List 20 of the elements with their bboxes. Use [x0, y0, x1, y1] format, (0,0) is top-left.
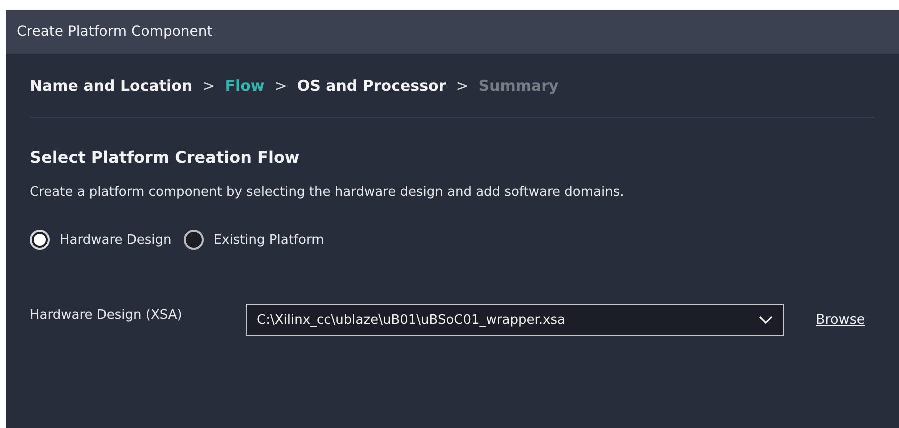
- breadcrumb-step[interactable]: OS and Processor: [297, 76, 446, 94]
- browse-link[interactable]: Browse: [816, 312, 866, 328]
- section-description: Create a platform component by selecting the hardware design and add software domains.: [30, 185, 626, 200]
- breadcrumb-step[interactable]: Name and Location: [30, 76, 193, 94]
- field-label: Hardware Design (XSA): [30, 307, 184, 323]
- radio-button[interactable]: [184, 230, 204, 250]
- xsa-dropdown[interactable]: C:\Xilinx_cc\ublaze\uB01\uBSoC01_wrapper.xsa: [246, 304, 784, 336]
- radio-button[interactable]: [30, 230, 50, 250]
- radio-label: Existing Platform: [214, 232, 324, 248]
- section-heading: Select Platform Creation Flow: [30, 148, 301, 167]
- chevron-separator: >: [202, 76, 216, 94]
- breadcrumb-step[interactable]: Flow: [225, 76, 265, 94]
- chevron-separator: >: [456, 76, 469, 94]
- radio-option[interactable]: Existing Platform: [184, 230, 324, 250]
- window-title: Create Platform Component: [6, 10, 899, 54]
- radio-option[interactable]: Hardware Design: [30, 230, 172, 250]
- chevron-down-icon: [759, 316, 773, 324]
- chevron-separator: >: [274, 76, 288, 94]
- dropdown-value: C:\Xilinx_cc\ublaze\uB01\uBSoC01_wrapper.xsa: [257, 312, 566, 328]
- radio-label: Hardware Design: [60, 232, 172, 248]
